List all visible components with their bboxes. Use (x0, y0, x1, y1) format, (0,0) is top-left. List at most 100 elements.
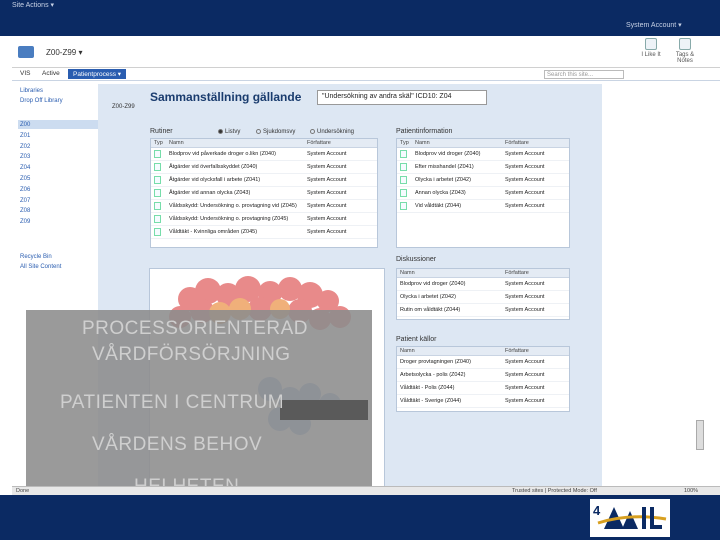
list-item[interactable]: Våldsskydd: Undersökning o. provtagning … (151, 200, 377, 213)
item-author: System Account (505, 385, 545, 391)
list-item[interactable]: Åtgärder vid olycksfall i arbete (Z041) S… (151, 174, 377, 187)
item-name-link[interactable]: Våldtäkt - Polis (Z044) (397, 382, 505, 394)
item-author: System Account (307, 216, 347, 222)
item-name-link[interactable]: Åtgärder vid annan olycka (Z043) (169, 187, 307, 199)
item-name-link[interactable]: Våldtäkt - Sverige (Z044) (397, 395, 505, 407)
ribbon: Z00-Z99 ▾ I Like It Tags & Notes (12, 36, 720, 68)
list-item[interactable]: Annan olycka (Z043) System Account (397, 187, 569, 200)
list-item[interactable]: Blodprov vid påverkade droger o.likn (Z0… (151, 148, 377, 161)
list-item[interactable]: Olycka i arbetet (Z042) System Account (397, 291, 569, 304)
i-like-it-label: I Like It (641, 52, 661, 58)
site-title[interactable]: Z00-Z99 ▾ (46, 48, 82, 57)
tags-notes-button[interactable]: Tags & Notes (668, 38, 702, 66)
column-namn[interactable]: Namn (415, 139, 505, 147)
list-item[interactable]: Våldtäkt - Polis (Z044) System Account (397, 382, 569, 395)
column-namn[interactable]: Namn (397, 347, 505, 355)
list-item[interactable]: Vid våldtäkt (Z044) System Account (397, 200, 569, 213)
item-name-link[interactable]: Arbetsolycka - polis (Z042) (397, 369, 505, 381)
list-item[interactable]: Våldtäkt - Sverige (Z044) System Account (397, 395, 569, 408)
tab-patientprocess[interactable]: Patientprocess ▾ (68, 69, 127, 79)
radio-listvy[interactable]: Listvy (218, 129, 240, 135)
list-item[interactable]: Våldtäkt - Kvinnliga områden (Z045) Syste… (151, 226, 377, 239)
radio-sjukdomsvy[interactable]: Sjukdomsvy (256, 129, 295, 135)
sidebar-item-z04[interactable]: Z04 (20, 165, 30, 171)
document-icon (400, 189, 407, 197)
patientinfo-header-row: Typ Namn Författare (397, 139, 569, 148)
list-item[interactable]: Blodprov vid droger (Z040) System Account (397, 278, 569, 291)
document-icon (400, 150, 407, 158)
sidebar-item-z05[interactable]: Z05 (20, 176, 30, 182)
column-namn[interactable]: Namn (397, 269, 505, 277)
tab-vis[interactable]: VIS (20, 70, 30, 77)
libraries-heading[interactable]: Libraries (20, 88, 43, 94)
list-item[interactable]: Åtgärder vid överfallsskyddet (Z040) Syst… (151, 161, 377, 174)
user-menu[interactable]: System Account ▾ (626, 21, 682, 29)
patientinformation-list: Typ Namn Författare Blodprov vid droger … (396, 138, 570, 248)
patientkallor-title: Patient källor (396, 336, 437, 343)
item-name-link[interactable]: Efter misshandel (Z041) (415, 161, 505, 173)
item-author: System Account (505, 151, 545, 157)
item-name-link[interactable]: Våldtäkt - Kvinnliga områden (Z045) (169, 226, 307, 238)
sidebar-item-z02[interactable]: Z02 (20, 144, 30, 150)
patientkallor-header-row: Namn Författare (397, 347, 569, 356)
sidebar-item-z00[interactable]: Z00 (20, 122, 30, 128)
list-item[interactable]: Rutin om våldtäkt (Z044) System Account (397, 304, 569, 317)
slide-number: 4 (593, 503, 601, 518)
sidebar-item-z07[interactable]: Z07 (20, 198, 30, 204)
top-frame-bar: Site Actions ▾ System Account ▾ (0, 0, 720, 36)
item-name-link[interactable]: Olycka i arbetet (Z042) (415, 174, 505, 186)
item-name-link[interactable]: Annan olycka (Z043) (415, 187, 505, 199)
column-typ[interactable]: Typ (397, 139, 415, 147)
list-item[interactable]: Efter misshandel (Z041) System Account (397, 161, 569, 174)
site-actions-menu[interactable]: Site Actions ▾ (12, 1, 54, 9)
sidebar-item-z01[interactable]: Z01 (20, 133, 30, 139)
item-name-link[interactable]: Droger provtagningen (Z040) (397, 356, 505, 368)
item-name-link[interactable]: Åtgärder vid olycksfall i arbete (Z041) (169, 174, 307, 186)
item-name-link[interactable]: Blodprov vid påverkade droger o.likn (Z0… (169, 148, 307, 160)
tags-notes-label: Tags & Notes (675, 52, 695, 64)
radio-dot-icon (310, 129, 315, 134)
drop-off-library-link[interactable]: Drop Off Library (20, 98, 63, 104)
column-forfattare[interactable]: Författare (505, 347, 569, 355)
vertical-scrollbar[interactable] (696, 420, 704, 450)
column-forfattare[interactable]: Författare (307, 139, 377, 147)
sidebar-item-z03[interactable]: Z03 (20, 154, 30, 160)
patientinformation-title: Patientinformation (396, 128, 453, 135)
search-input[interactable]: Search this site... (544, 70, 624, 79)
document-icon (154, 228, 161, 236)
document-icon (400, 202, 407, 210)
typ-cell (151, 174, 169, 186)
item-name-link[interactable]: Åtgärder vid överfallsskyddet (Z040) (169, 161, 307, 173)
list-item[interactable]: Åtgärder vid annan olycka (Z043) System A… (151, 187, 377, 200)
sidebar-item-z08[interactable]: Z08 (20, 208, 30, 214)
item-name-link[interactable]: Blodprov vid droger (Z040) (397, 278, 505, 290)
typ-cell (397, 174, 415, 186)
list-item[interactable]: Våldsskydd: Undersökning o. provtagning … (151, 213, 377, 226)
list-item[interactable]: Arbetsolycka - polis (Z042) System Accoun… (397, 369, 569, 382)
list-item[interactable]: Blodprov vid droger (Z040) System Account (397, 148, 569, 161)
list-item[interactable]: Olycka i arbetet (Z042) System Account (397, 174, 569, 187)
tab-active[interactable]: Active (42, 70, 60, 77)
radio-undersokning[interactable]: Undersökning (310, 129, 354, 135)
all-site-content-link[interactable]: All Site Content (20, 264, 61, 270)
code-range-label: Z00-Z99 (112, 104, 135, 110)
sidebar-item-z09[interactable]: Z09 (20, 219, 30, 225)
item-name-link[interactable]: Rutin om våldtäkt (Z044) (397, 304, 505, 316)
item-name-link[interactable]: Vid våldtäkt (Z044) (415, 200, 505, 212)
document-icon (400, 176, 407, 184)
column-forfattare[interactable]: Författare (505, 139, 569, 147)
item-name-link[interactable]: Våldsskydd: Undersökning o. provtagning … (169, 200, 307, 212)
column-namn[interactable]: Namn (169, 139, 307, 147)
recycle-bin-link[interactable]: Recycle Bin (20, 254, 52, 260)
zoom-level[interactable]: 100% (684, 487, 698, 495)
item-name-link[interactable]: Olycka i arbetet (Z042) (397, 291, 505, 303)
column-typ[interactable]: Typ (151, 139, 169, 147)
list-item[interactable]: Droger provtagningen (Z040) System Accoun… (397, 356, 569, 369)
sidebar-item-z06[interactable]: Z06 (20, 187, 30, 193)
item-name-link[interactable]: Våldsskydd: Undersökning o. provtagning … (169, 213, 307, 225)
i-like-it-button[interactable]: I Like It (634, 38, 668, 66)
item-name-link[interactable]: Blodprov vid droger (Z040) (415, 148, 505, 160)
thumbs-up-icon (645, 38, 657, 50)
diskussioner-title: Diskussioner (396, 256, 437, 263)
column-forfattare[interactable]: Författare (505, 269, 569, 277)
